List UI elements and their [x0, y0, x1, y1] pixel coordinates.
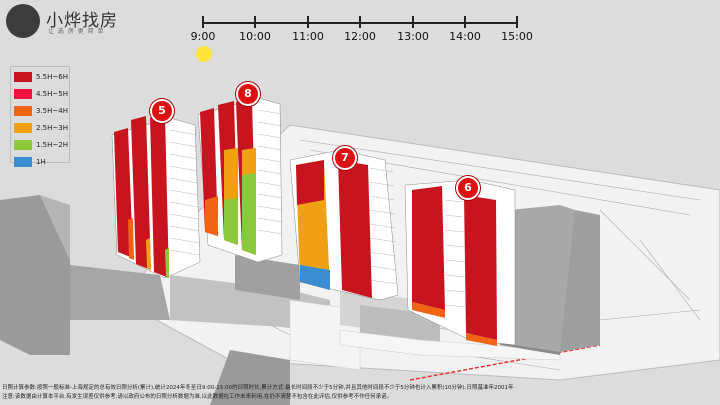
legend-swatch: [14, 157, 32, 167]
building-badge-6[interactable]: 6: [456, 176, 480, 200]
legend-label: 2.5H~3H: [36, 124, 68, 132]
legend-label: 5.5H~6H: [36, 73, 68, 81]
timeline-tick: [412, 16, 414, 28]
calculation-params-text: 日照计算参数:按照一般标准-上海规定的总有效日照分析(累计),统计2024年冬至…: [2, 385, 514, 391]
timeline-tick: [464, 16, 466, 28]
sunlight-hours-legend: 5.5H~6H 4.5H~5H 3.5H~4H 2.5H~3H 1.5H~2H …: [10, 66, 70, 167]
legend-item: 4.5H~5H: [14, 87, 69, 101]
logo-icon: [6, 4, 40, 38]
legend-label: 4.5H~5H: [36, 90, 68, 98]
legend-swatch: [14, 89, 32, 99]
sun-icon: [196, 46, 212, 62]
legend-swatch: [14, 106, 32, 116]
timeline-tick-label: 14:00: [449, 30, 481, 43]
timeline-tick: [254, 16, 256, 28]
legend-item: 1.5H~2H: [14, 138, 69, 152]
legend-item: 3.5H~4H: [14, 104, 69, 118]
timeline-tick-label: 11:00: [292, 30, 324, 43]
legend-label: 1.5H~2H: [36, 141, 68, 149]
legend-label: 3.5H~4H: [36, 107, 68, 115]
legend-item: 2.5H~3H: [14, 121, 69, 135]
building-badge-8[interactable]: 8: [236, 82, 260, 106]
timeline-tick: [307, 16, 309, 28]
building-7[interactable]: [289, 149, 399, 301]
timeline-tick-label: 9:00: [190, 30, 216, 43]
timeline-tick-label: 12:00: [344, 30, 376, 43]
timeline-tick-label: 13:00: [397, 30, 429, 43]
brand-logo: 小烨找房 让 选 房 更 简 单: [6, 4, 156, 38]
building-8[interactable]: [197, 97, 283, 263]
time-slider[interactable]: 9:00 10:00 11:00 12:00 13:00 14:00 15:00: [190, 8, 533, 48]
timeline-tick: [202, 16, 204, 28]
building-badge-7[interactable]: 7: [333, 146, 357, 170]
legend-item: 1H: [14, 155, 69, 169]
sunlight-3d-scene: [0, 46, 720, 405]
legend-swatch: [14, 140, 32, 150]
legend-swatch: [14, 123, 32, 133]
building-badge-5[interactable]: 5: [150, 99, 174, 123]
timeline-tick: [516, 16, 518, 28]
legend-label: 1H: [36, 158, 46, 166]
timeline-tick: [359, 16, 361, 28]
legend-item: 5.5H~6H: [14, 70, 69, 84]
timeline-tick-label: 10:00: [239, 30, 271, 43]
legend-swatch: [14, 72, 32, 82]
timeline-tick-label: 15:00: [501, 30, 533, 43]
building-5[interactable]: [111, 115, 201, 279]
disclaimer-text: 注意:该数据由计算本平台,有发生误差仅供参考,请以政府公布的日照分析数据为准,以…: [2, 394, 393, 400]
calculation-notes: 日照计算参数:按照一般标准-上海规定的总有效日照分析(累计),统计2024年冬至…: [2, 384, 718, 402]
brand-tagline: 让 选 房 更 简 单: [48, 28, 105, 35]
